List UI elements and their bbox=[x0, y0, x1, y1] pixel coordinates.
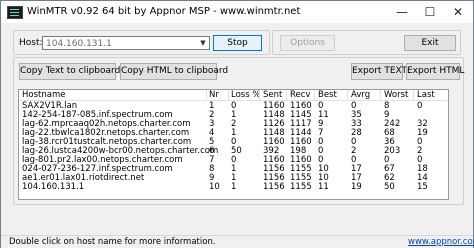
col-avrg[interactable]: Avrg bbox=[351, 90, 370, 100]
table-header: Hostname Nr Loss % Sent Recv Best Avrg W… bbox=[19, 90, 448, 101]
cell-last: 15 bbox=[417, 182, 428, 192]
resize-grip-icon[interactable]: ⋰ bbox=[464, 238, 471, 246]
app-icon bbox=[7, 6, 23, 19]
host-input-value: 104.160.131.1 bbox=[46, 39, 112, 49]
dropdown-arrow-icon[interactable]: ▼ bbox=[198, 38, 208, 48]
col-worst[interactable]: Worst bbox=[384, 90, 408, 100]
col-separator[interactable] bbox=[206, 90, 207, 100]
host-input[interactable]: 104.160.131.1 ▼ bbox=[42, 36, 210, 50]
table-row[interactable]: 024-027-236-127.inf.spectrum.com 8 1 115… bbox=[19, 164, 448, 174]
table-row[interactable]: lag-62.mprcaaq02h.netops.charter.com 3 2… bbox=[19, 119, 448, 129]
cell-worst: 50 bbox=[384, 182, 395, 192]
title-bar[interactable]: WinMTR v0.92 64 bit by Appnor MSP - www.… bbox=[1, 1, 473, 23]
col-separator[interactable] bbox=[380, 90, 381, 100]
col-separator[interactable] bbox=[413, 90, 414, 100]
copy-html-button[interactable]: Copy HTML to clipboard bbox=[120, 63, 228, 80]
col-separator[interactable] bbox=[286, 90, 287, 100]
cell-recv: 1155 bbox=[290, 182, 312, 192]
stop-button[interactable]: Stop bbox=[213, 35, 262, 51]
col-loss[interactable]: Loss % bbox=[231, 90, 260, 100]
cell-hostname: 104.160.131.1 bbox=[22, 182, 85, 192]
cell-nr: 10 bbox=[209, 182, 220, 192]
exit-button[interactable]: Exit bbox=[404, 35, 456, 51]
window-title: WinMTR v0.92 64 bit by Appnor MSP - www.… bbox=[27, 6, 301, 17]
col-nr[interactable]: Nr bbox=[209, 90, 219, 100]
maximize-icon[interactable]: ☐ bbox=[417, 3, 443, 21]
cell-sent: 1156 bbox=[263, 182, 285, 192]
minimize-icon[interactable]: — bbox=[389, 3, 415, 21]
table-row[interactable]: lag-38.rcr01tustcalt.netops.charter.com … bbox=[19, 137, 448, 147]
col-separator[interactable] bbox=[228, 90, 229, 100]
winmtr-window: WinMTR v0.92 64 bit by Appnor MSP - www.… bbox=[0, 0, 474, 248]
export-html-button[interactable]: Export HTML bbox=[406, 63, 464, 80]
host-label: Host: bbox=[19, 38, 43, 48]
options-button[interactable]: Options bbox=[280, 35, 335, 51]
copy-text-button[interactable]: Copy Text to clipboard bbox=[19, 63, 120, 80]
col-separator[interactable] bbox=[259, 90, 260, 100]
col-best[interactable]: Best bbox=[318, 90, 337, 100]
table-row[interactable]: SAX2V1R.lan 1 0 1160 1160 0 0 8 0 bbox=[19, 101, 448, 111]
col-separator[interactable] bbox=[347, 90, 348, 100]
status-hint: Double click on host name for more infor… bbox=[9, 237, 216, 247]
col-hostname[interactable]: Hostname bbox=[22, 90, 65, 100]
table-row[interactable]: lag-22.tbwlca1802r.netops.charter.com 4 … bbox=[19, 128, 448, 138]
table-row[interactable]: lag-26.lustca4200w-bcr00.netops.charter.… bbox=[19, 146, 448, 156]
table-row[interactable]: lag-801.pr2.lax00.netops.charter.com 7 0… bbox=[19, 155, 448, 165]
col-last[interactable]: Last bbox=[417, 90, 435, 100]
col-sent[interactable]: Sent bbox=[263, 90, 282, 100]
cell-avrg: 19 bbox=[351, 182, 362, 192]
cell-best: 11 bbox=[318, 182, 329, 192]
table-row[interactable]: ae1.er01.lax01.riotdirect.net 9 1 1156 1… bbox=[19, 173, 448, 183]
results-table[interactable]: Hostname Nr Loss % Sent Recv Best Avrg W… bbox=[18, 89, 449, 200]
col-separator[interactable] bbox=[314, 90, 315, 100]
export-text-button[interactable]: Export TEXT bbox=[351, 63, 407, 80]
col-recv[interactable]: Recv bbox=[290, 90, 310, 100]
status-bar: Double click on host name for more infor… bbox=[1, 235, 474, 248]
table-row[interactable]: 142-254-187-085.inf.spectrum.com 2 1 114… bbox=[19, 110, 448, 120]
table-row[interactable]: 104.160.131.1 10 1 1156 1155 11 19 50 15 bbox=[19, 182, 448, 192]
cell-loss: 1 bbox=[231, 182, 237, 192]
close-icon[interactable]: ✕ bbox=[445, 3, 471, 21]
